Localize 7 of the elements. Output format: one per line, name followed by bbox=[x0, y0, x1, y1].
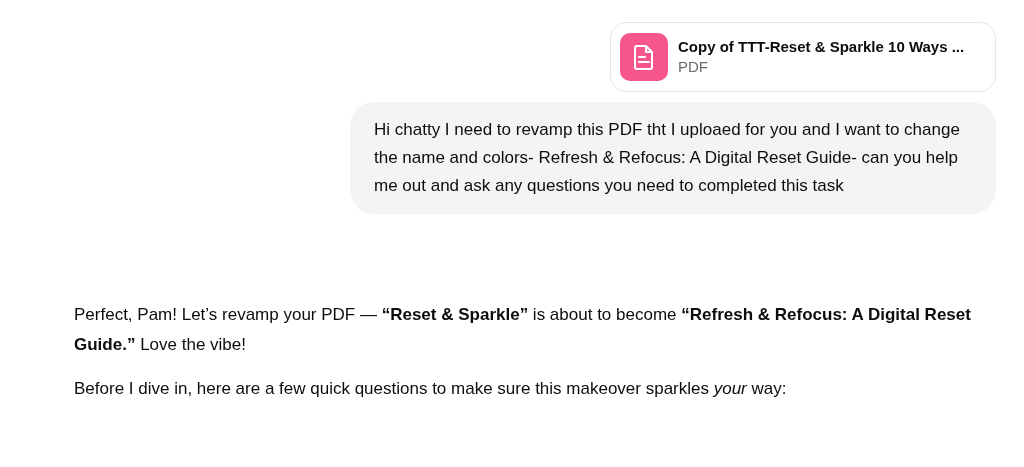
assistant-paragraph: Perfect, Pam! Let’s revamp your PDF — “Reset & Sparkle” is about to become “Refresh & Refocus: A Digital Reset Guide.” Love the vibe! bbox=[74, 304, 972, 356]
document-icon bbox=[620, 33, 668, 81]
assistant-paragraph: Before I dive in, here are a few quick questions to make sure this makeover sparkles your way: bbox=[74, 378, 788, 400]
file-name: Copy of TTT-Reset & Sparkle 10 Ways ... bbox=[678, 37, 965, 57]
file-attachment-card[interactable]: Copy of TTT-Reset & Sparkle 10 Ways ... PDF bbox=[610, 22, 996, 92]
user-message: Hi chatty I need to revamp this PDF tht I uploaed for you and I want to change the name and colors- Refresh & Refocus: A Digital Reset Guide- can you help me out and ask any questions you need to completed this task bbox=[350, 102, 996, 214]
file-type: PDF bbox=[678, 57, 709, 77]
